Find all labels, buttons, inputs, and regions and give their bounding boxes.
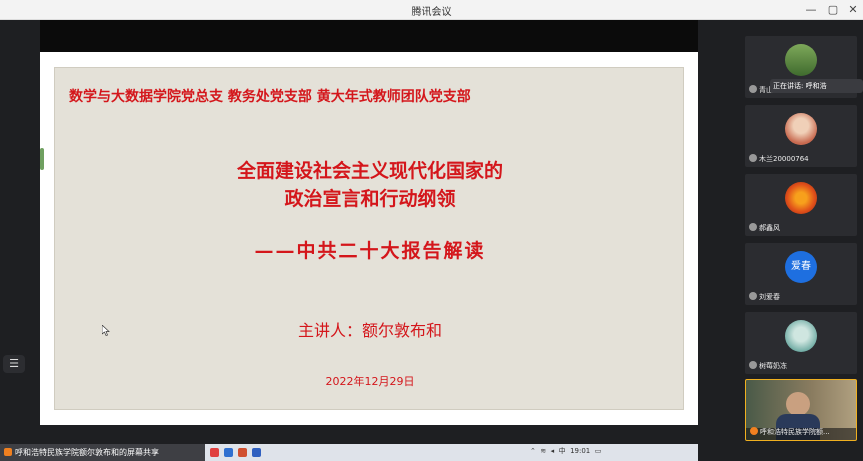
mic-icon: [749, 361, 757, 369]
participant-name: 木兰20000764: [759, 155, 809, 163]
screen-share-label: 呼和浩特民族学院额尔敦布和的屏幕共享: [0, 444, 205, 461]
participant-name: 郝鑫风: [759, 224, 780, 232]
title-bar: 腾讯会议 — ▢ ✕: [0, 0, 863, 20]
slide-date: 2022年12月29日: [325, 375, 415, 388]
drag-handle[interactable]: [40, 148, 44, 170]
clock: 19:01: [570, 447, 591, 455]
person-video: [786, 392, 810, 416]
participant-tile[interactable]: 爱春 刘爱春: [745, 243, 857, 305]
notification-icon[interactable]: ▭: [595, 447, 602, 455]
slide-organizations: 数学与大数据学院党总支 教务处党支部 黄大年式教师团队党支部: [69, 89, 471, 105]
presentation-slide: 数学与大数据学院党总支 教务处党支部 黄大年式教师团队党支部 全面建设社会主义现…: [54, 67, 684, 410]
ime-indicator[interactable]: 中: [559, 447, 566, 455]
speaking-indicator: 正在讲话: 呼和浩: [770, 79, 863, 93]
participant-tile[interactable]: 木兰20000764: [745, 105, 857, 167]
system-tray: ⌃ ≋ ◂ 中 19:01 ▭: [530, 446, 601, 456]
bottom-bar: 呼和浩特民族学院额尔敦布和的屏幕共享 ⌃ ≋ ◂ 中 19:01 ▭: [0, 444, 698, 461]
participant-name: 呼和浩特民族学院额...: [760, 428, 830, 436]
participant-name: 刘爱春: [759, 293, 780, 301]
mic-icon: [749, 292, 757, 300]
mic-icon: [749, 223, 757, 231]
avatar: 爱春: [785, 251, 817, 283]
window-title: 腾讯会议: [411, 7, 452, 18]
participant-name: 树莓奶冻: [759, 362, 787, 370]
participant-tile[interactable]: 树莓奶冻: [745, 312, 857, 374]
cursor-icon: [102, 325, 110, 336]
slide-title-line2: 政治宣言和行动纲领: [284, 188, 456, 210]
slide-subtitle: ——中共二十大报告解读: [254, 240, 486, 262]
slide-speaker: 主讲人：额尔敦布和: [297, 321, 442, 340]
participant-tile[interactable]: 郝鑫风: [745, 174, 857, 236]
slide-title-line1: 全面建设社会主义现代化国家的: [236, 160, 503, 182]
mic-icon: [750, 427, 758, 435]
participant-tile-video[interactable]: 呼和浩特民族学院额...: [745, 379, 857, 441]
minimize-button[interactable]: —: [803, 2, 819, 18]
avatar: [785, 113, 817, 145]
share-icon: [4, 448, 12, 456]
mic-icon: [749, 85, 757, 93]
participant-list-icon[interactable]: ☰: [3, 355, 25, 373]
avatar: [785, 320, 817, 352]
app-icon[interactable]: [252, 448, 261, 457]
app-icon[interactable]: [238, 448, 247, 457]
app-icon[interactable]: [210, 448, 219, 457]
speaker-icon[interactable]: ◂: [551, 447, 555, 455]
avatar: [785, 44, 817, 76]
wifi-icon[interactable]: ≋: [540, 447, 546, 455]
app-icon[interactable]: [224, 448, 233, 457]
shared-screen-top: [40, 20, 698, 52]
mic-icon: [749, 154, 757, 162]
close-button[interactable]: ✕: [845, 2, 861, 18]
chevron-up-icon[interactable]: ⌃: [530, 447, 536, 455]
restore-button[interactable]: ▢: [825, 2, 841, 18]
avatar: [785, 182, 817, 214]
